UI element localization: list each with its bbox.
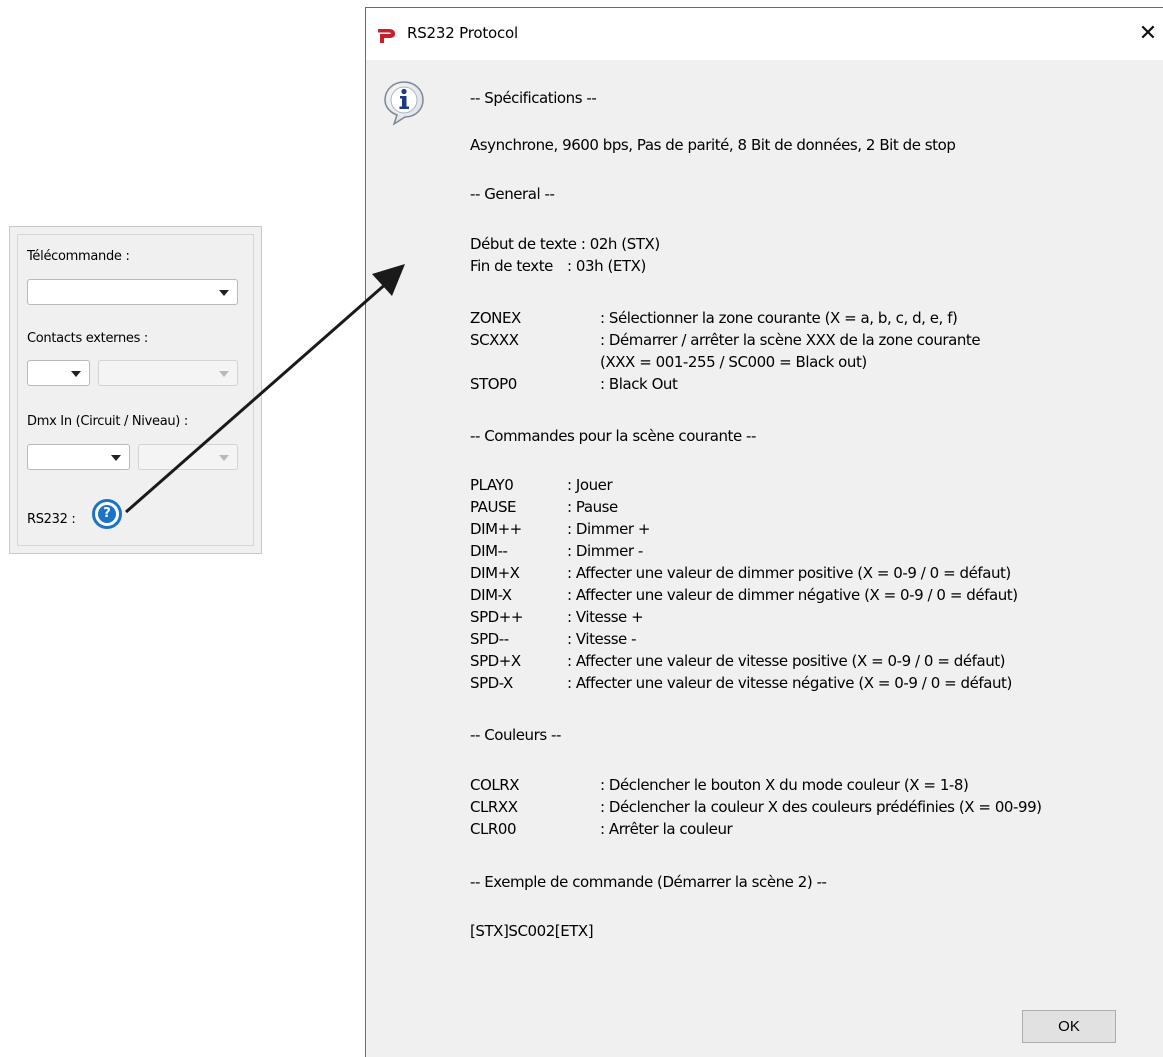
command-description: (XXX = 001-255 / SC000 = Black out) [600, 353, 867, 371]
rs232-protocol-dialog: RS232 Protocol ✕ -- Spécifications -- As… [365, 7, 1163, 1057]
command-code: SPD-X [470, 674, 513, 692]
command-description: : Déclencher le bouton X du mode couleur… [600, 776, 969, 794]
command-code: SPD-- [470, 630, 509, 648]
contacts-externes-label: Contacts externes : [27, 331, 148, 346]
general-header: -- General -- [470, 185, 555, 203]
spec-text: Asynchrone, 9600 bps, Pas de parité, 8 B… [470, 136, 956, 154]
command-description: : Vitesse + [567, 608, 644, 626]
command-code: ZONEX [470, 309, 521, 327]
dmx-in-label: Dmx In (Circuit / Niveau) : [27, 414, 188, 429]
command-code: SPD+X [470, 652, 521, 670]
settings-panel: Télécommande : Contacts externes : Dmx I… [9, 226, 262, 554]
command-description: : Déclencher la couleur X des couleurs p… [600, 798, 1042, 816]
close-button[interactable]: ✕ [1133, 16, 1163, 52]
command-description: : Affecter une valeur de dimmer négative… [567, 586, 1018, 604]
command-code: DIM-X [470, 586, 512, 604]
scene-header: -- Commandes pour la scène courante -- [470, 427, 756, 445]
command-description: : Sélectionner la zone courante (X = a, … [600, 309, 958, 327]
start-of-text-line: Début de texte : 02h (STX) [470, 235, 660, 253]
command-code: DIM+X [470, 564, 520, 582]
command-code: SCXXX [470, 331, 519, 349]
help-circle-icon: ? [98, 505, 116, 523]
command-description: : Dimmer - [567, 542, 643, 560]
close-icon: ✕ [1138, 21, 1158, 46]
command-code: DIM-- [470, 542, 508, 560]
example-header: -- Exemple de commande (Démarrer la scèn… [470, 873, 827, 891]
command-description: : Vitesse - [567, 630, 637, 648]
command-description: : Dimmer + [567, 520, 650, 538]
spec-header: -- Spécifications -- [470, 89, 597, 107]
dmx-circuit-dropdown[interactable] [27, 444, 130, 470]
command-description: : Affecter une valeur de vitesse négativ… [567, 674, 1012, 692]
ok-button[interactable]: OK [1022, 1010, 1116, 1043]
command-description: : Arrêter la couleur [600, 820, 733, 838]
chevron-down-icon [219, 371, 229, 377]
chevron-down-icon [219, 455, 229, 461]
end-of-text-key: Fin de texte [470, 257, 553, 275]
command-description: : Démarrer / arrêter la scène XXX de la … [600, 331, 981, 349]
contacts-externes-dropdown[interactable] [27, 360, 90, 386]
color-header: -- Couleurs -- [470, 726, 561, 744]
command-code: COLRX [470, 776, 520, 794]
chevron-down-icon [111, 455, 121, 461]
command-description: : Affecter une valeur de dimmer positive… [567, 564, 1011, 582]
information-icon [384, 81, 424, 126]
dmx-niveau-dropdown[interactable] [138, 444, 238, 470]
command-code: CLRXX [470, 798, 518, 816]
rs232-help-button[interactable]: ? [92, 499, 122, 529]
command-description: : Pause [567, 498, 618, 516]
app-logo-icon [378, 29, 395, 43]
chevron-down-icon [219, 290, 229, 296]
dialog-titlebar[interactable]: RS232 Protocol ✕ [366, 8, 1163, 60]
command-description: : Black Out [600, 375, 678, 393]
dialog-title: RS232 Protocol [407, 24, 518, 42]
telecommande-label: Télécommande : [27, 249, 130, 264]
command-code: DIM++ [470, 520, 522, 538]
command-code: CLR00 [470, 820, 517, 838]
chevron-down-icon [71, 371, 81, 377]
command-code: STOP0 [470, 375, 517, 393]
command-description: : Affecter une valeur de vitesse positiv… [567, 652, 1006, 670]
command-code: SPD++ [470, 608, 524, 626]
example-text: [STX]SC002[ETX] [470, 922, 594, 940]
contacts-externes-value-dropdown[interactable] [98, 360, 238, 386]
command-code: PAUSE [470, 498, 517, 516]
command-description: : Jouer [567, 476, 613, 494]
command-code: PLAY0 [470, 476, 514, 494]
rs232-label: RS232 : [27, 512, 76, 527]
end-of-text-value: : 03h (ETX) [567, 257, 646, 275]
telecommande-dropdown[interactable] [27, 279, 238, 305]
